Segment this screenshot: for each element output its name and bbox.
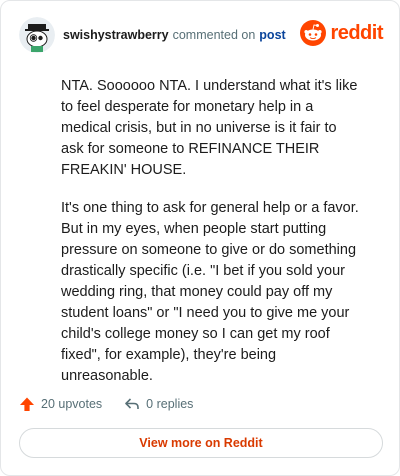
comment-stats: 20 upvotes 0 replies — [19, 393, 193, 415]
comment-paragraph: NTA. Soooooo NTA. I understand what it's… — [61, 78, 358, 178]
reddit-snoo-icon — [300, 20, 327, 46]
username[interactable]: swishystrawberry — [63, 28, 169, 42]
reply-arrow-icon — [125, 398, 139, 409]
comment-body: NTA. Soooooo NTA. I understand what it's… — [61, 76, 361, 404]
reddit-wordmark: reddit — [330, 21, 383, 44]
action-text: commented on — [172, 28, 256, 42]
view-more-button[interactable]: View more on Reddit — [19, 428, 383, 458]
reply-count: 0 replies — [146, 397, 194, 411]
upvote-arrow-icon — [20, 397, 34, 411]
reddit-logo[interactable]: reddit — [300, 20, 383, 46]
comment-meta: swishystrawberry commented on post — [63, 28, 286, 42]
replies-stat[interactable]: 0 replies — [124, 396, 193, 412]
comment-paragraph: It's one thing to ask for general help o… — [61, 200, 359, 384]
avatar[interactable] — [19, 17, 55, 53]
upvotes-stat[interactable]: 20 upvotes — [19, 396, 102, 412]
comment-header: swishystrawberry commented on post reddi… — [19, 15, 383, 55]
reddit-comment-embed: swishystrawberry commented on post reddi… — [0, 0, 400, 476]
upvote-count: 20 upvotes — [41, 397, 103, 411]
post-link[interactable]: post — [259, 28, 285, 42]
